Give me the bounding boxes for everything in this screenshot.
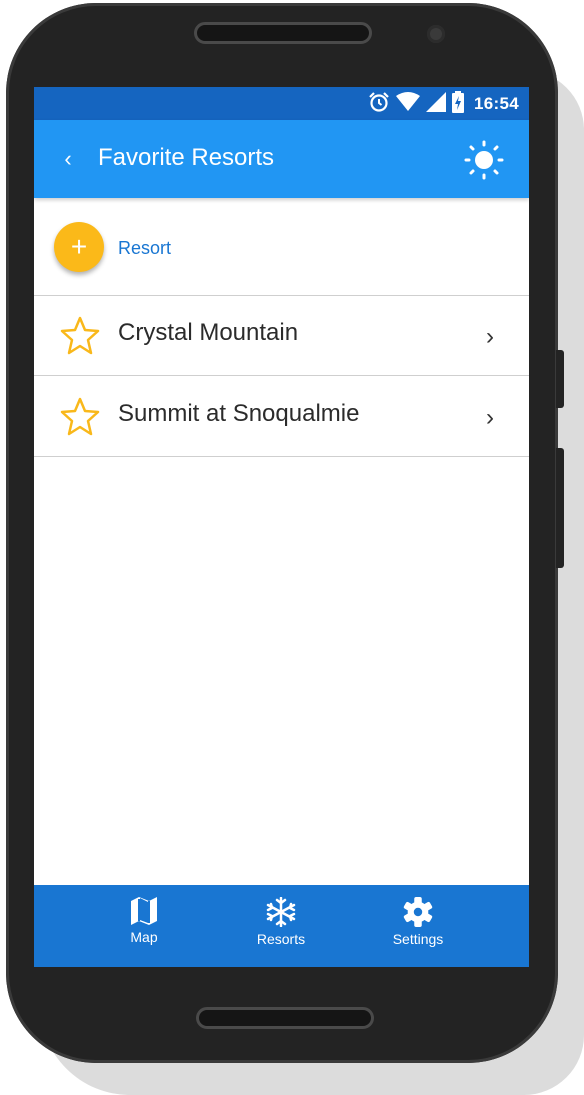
app-bar: ‹ Favorite Resorts: [34, 120, 529, 198]
nav-label-map: Map: [130, 929, 158, 945]
side-button-top: [556, 350, 564, 408]
add-resort-label[interactable]: Resort: [118, 238, 171, 259]
screen: 16:54 ‹ Favorite Resorts + Resort Crysta…: [34, 87, 529, 967]
nav-label-settings: Settings: [392, 931, 444, 947]
brightness-icon: [464, 140, 504, 180]
earpiece-speaker: [194, 22, 372, 44]
back-arrow-icon: ‹: [64, 146, 72, 171]
nav-item-settings[interactable]: Settings: [373, 897, 463, 947]
status-time: 16:54: [474, 94, 519, 113]
resort-name: Summit at Snoqualmie: [118, 400, 360, 427]
add-resort-button[interactable]: +: [54, 222, 104, 272]
battery-icon: [452, 90, 465, 118]
nav-item-map[interactable]: Map: [99, 897, 189, 945]
list-item-resort[interactable]: Crystal Mountain ›: [34, 295, 529, 376]
chevron-right-icon: ›: [486, 404, 494, 431]
front-camera: [427, 25, 445, 43]
side-button-volume: [556, 448, 564, 568]
status-icons: 16:54: [368, 90, 519, 118]
alarm-icon: [368, 91, 390, 118]
wifi-icon: [396, 91, 421, 117]
status-bar: 16:54: [34, 87, 529, 120]
bottom-speaker: [196, 1007, 374, 1029]
chevron-right-icon: ›: [486, 323, 494, 350]
star-outline-icon[interactable]: [60, 396, 100, 436]
snowflake-icon: [266, 897, 296, 927]
add-resort-row[interactable]: + Resort: [34, 198, 529, 296]
map-icon: [131, 897, 157, 925]
gear-icon: [403, 897, 433, 927]
list-item-resort[interactable]: Summit at Snoqualmie ›: [34, 376, 529, 457]
resort-name: Crystal Mountain: [118, 319, 299, 346]
bottom-navigation: Map Resorts Settings: [34, 885, 529, 967]
page-title: Favorite Resorts: [98, 144, 275, 171]
back-button[interactable]: ‹: [54, 142, 82, 176]
signal-icon: [426, 91, 447, 117]
nav-item-resorts[interactable]: Resorts: [236, 897, 326, 947]
nav-label-resorts: Resorts: [256, 931, 306, 947]
star-outline-icon[interactable]: [60, 315, 100, 355]
plus-icon: +: [70, 231, 88, 262]
brightness-button[interactable]: [464, 140, 504, 180]
